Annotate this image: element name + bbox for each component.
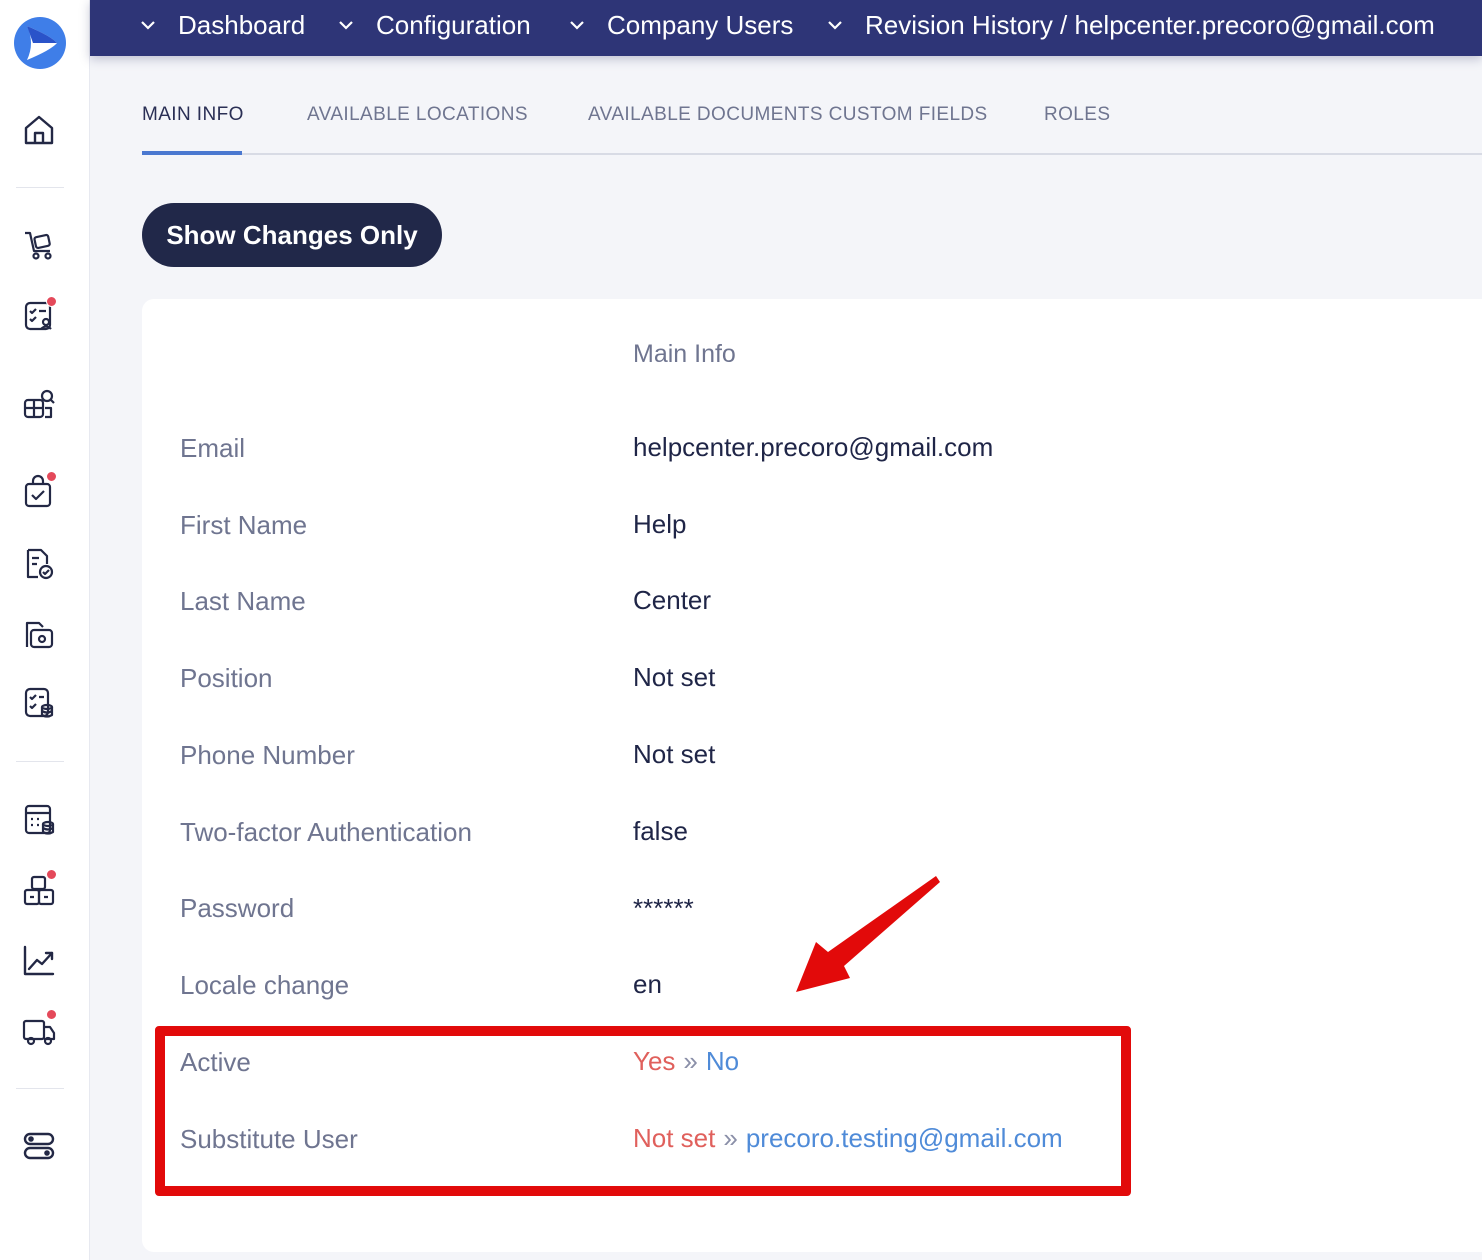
purchase-cart-icon[interactable] [19, 225, 59, 265]
document-check-icon[interactable] [19, 544, 59, 584]
field-label-first-name: First Name [180, 510, 308, 540]
checklist-database-icon[interactable] [19, 683, 59, 723]
tab-available-documents-custom-fields[interactable]: AVAILABLE DOCUMENTS CUSTOM FIELDS [588, 104, 988, 126]
field-label-locale-change: Locale change [180, 970, 350, 1000]
inventory-badge [46, 869, 57, 880]
field-label-password: Password [180, 893, 295, 923]
field-label-two-factor: Two-factor Authentication [180, 817, 472, 847]
field-value-position: Not set [633, 662, 716, 692]
wallet-folder-icon[interactable] [19, 614, 59, 654]
home-icon[interactable] [19, 110, 59, 150]
field-value-phone-number: Not set [633, 739, 716, 769]
show-changes-only-button[interactable]: Show Changes Only [142, 203, 442, 267]
highlight-box [155, 1026, 1131, 1196]
sidebar [0, 0, 90, 1260]
chevron-down-icon [570, 21, 584, 30]
field-label-last-name: Last Name [180, 586, 306, 616]
breadcrumb-configuration[interactable]: Configuration [338, 0, 531, 50]
tab-main-info[interactable]: MAIN INFO [142, 104, 244, 126]
chevron-down-icon [828, 21, 842, 30]
field-label-phone-number: Phone Number [180, 740, 355, 770]
breadcrumb-dashboard[interactable]: Dashboard [140, 0, 305, 50]
field-label-position: Position [180, 663, 273, 693]
field-value-password: ****** [633, 893, 694, 923]
breadcrumb-label: Company Users [607, 9, 794, 40]
precoro-logo-icon[interactable] [13, 16, 67, 70]
annotation-arrow-icon [796, 876, 940, 992]
active-tab-indicator [142, 151, 242, 155]
delivery-badge [46, 1009, 57, 1020]
field-value-first-name: Help [633, 509, 687, 539]
section-title: Main Info [633, 340, 736, 368]
tab-roles[interactable]: ROLES [1044, 104, 1110, 126]
breadcrumb-label: Configuration [376, 9, 531, 40]
supplier-search-icon[interactable] [19, 384, 59, 424]
settings-toggle-icon[interactable] [19, 1126, 59, 1166]
breadcrumb-label: Revision History / helpcenter.precoro@gm… [865, 9, 1435, 40]
bag-badge [46, 471, 57, 482]
breadcrumb-revision-history[interactable]: Revision History / helpcenter.precoro@gm… [827, 0, 1435, 50]
breadcrumb-label: Dashboard [178, 9, 306, 40]
field-value-last-name: Center [633, 585, 712, 615]
analytics-chart-icon[interactable] [19, 941, 59, 981]
field-label-email: Email [180, 433, 246, 463]
approval-badge [46, 296, 57, 307]
field-value-two-factor: false [633, 816, 688, 846]
chevron-down-icon [141, 21, 155, 30]
tab-available-locations[interactable]: AVAILABLE LOCATIONS [307, 104, 528, 126]
chevron-down-icon [339, 21, 353, 30]
field-value-locale-change: en [633, 969, 662, 999]
budget-calculator-icon[interactable] [19, 800, 59, 840]
top-navigation-bar: Dashboard Configuration Company Users Re… [90, 0, 1482, 56]
tab-bar: MAIN INFO AVAILABLE LOCATIONS AVAILABLE … [142, 90, 1482, 155]
field-value-email: helpcenter.precoro@gmail.com [633, 432, 994, 462]
breadcrumb-company-users[interactable]: Company Users [569, 0, 793, 50]
